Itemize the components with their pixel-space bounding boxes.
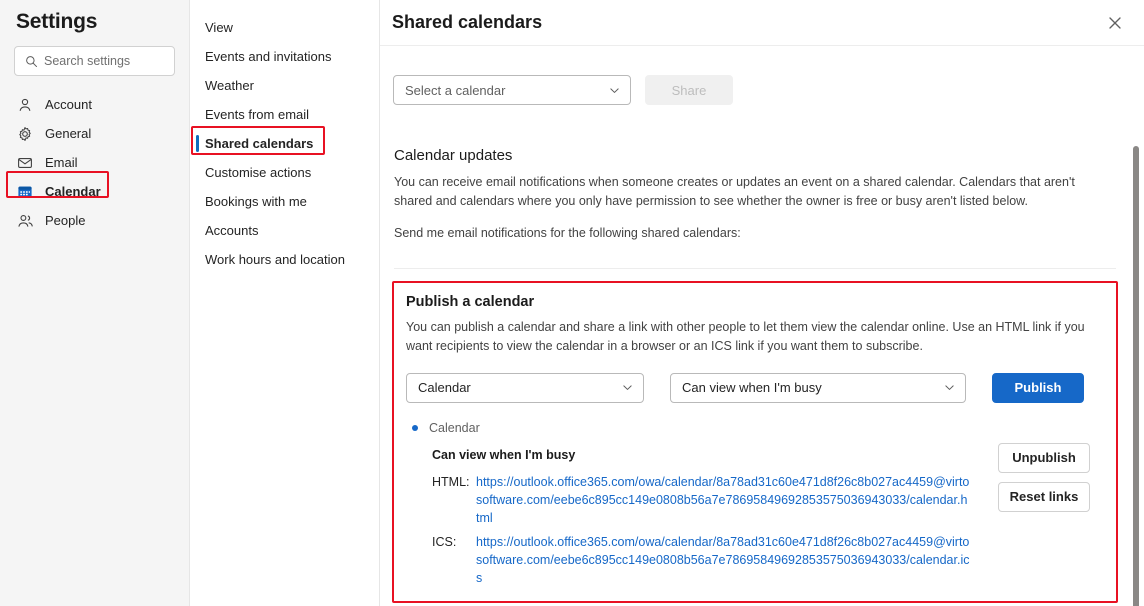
publish-calendar-dropdown[interactable]: Calendar: [406, 372, 644, 403]
share-calendar-row: Select a calendar Share: [392, 75, 1118, 105]
search-input[interactable]: [44, 48, 166, 74]
select-a-calendar-dropdown[interactable]: Select a calendar: [393, 75, 631, 105]
settings-category-list: Account General Email Calendar People: [0, 90, 189, 235]
sidebar-item-label: Email: [45, 155, 78, 170]
publish-button[interactable]: Publish: [992, 372, 1084, 403]
panel-header: Shared calendars: [380, 0, 1144, 46]
sidebar-item-account[interactable]: Account: [0, 90, 189, 119]
sidebar-item-label: People: [45, 213, 86, 228]
subnav-item-label: Bookings with me: [205, 194, 307, 209]
subnav-item-label: Events and invitations: [205, 49, 332, 64]
panel-title: Shared calendars: [392, 12, 543, 32]
bullet-icon: [412, 424, 418, 431]
sidebar-item-label: Calendar: [45, 184, 101, 199]
people-icon: [16, 212, 34, 230]
published-calendar-name: Calendar: [429, 420, 480, 435]
search-settings-box[interactable]: [14, 46, 175, 76]
publish-heading: Publish a calendar: [406, 293, 535, 310]
html-link-label: HTML:: [432, 474, 470, 489]
subnav-item-weather[interactable]: Weather: [190, 71, 379, 100]
publish-controls-row: Calendar Can view when I'm busy Publish: [406, 372, 1104, 403]
published-calendar-actions: Unpublish Reset links: [998, 442, 1090, 512]
clipped-text-remnant: [392, 47, 1118, 59]
published-calendar-name-row: Calendar: [406, 421, 1104, 435]
publish-description: You can publish a calendar and share a l…: [406, 319, 1085, 354]
settings-sidebar: Settings Account General: [0, 0, 190, 606]
subnav-item-bookings-with-me[interactable]: Bookings with me: [190, 187, 379, 216]
chevron-down-icon: [608, 84, 621, 97]
calendar-updates-subtext: Send me email notifications for the foll…: [394, 225, 741, 240]
ics-link-url[interactable]: https://outlook.office365.com/owa/calend…: [476, 533, 970, 587]
ics-link-row: ICS: https://outlook.office365.com/owa/c…: [432, 533, 1104, 587]
subnav-item-view[interactable]: View: [190, 13, 379, 42]
publish-permission-value: Can view when I'm busy: [682, 380, 822, 395]
sidebar-item-people[interactable]: People: [0, 206, 189, 235]
publish-calendar-value: Calendar: [418, 380, 471, 395]
share-button[interactable]: Share: [645, 75, 733, 105]
subnav-item-work-hours-and-location[interactable]: Work hours and location: [190, 245, 379, 274]
subnav-item-label: Work hours and location: [205, 252, 345, 267]
person-icon: [16, 96, 34, 114]
panel-scrollbar[interactable]: [1132, 146, 1140, 606]
close-button[interactable]: [1100, 8, 1130, 38]
panel-body: Select a calendar Share Calendar updates…: [380, 46, 1144, 606]
subnav-item-label: View: [205, 20, 233, 35]
sidebar-item-label: General: [45, 126, 92, 141]
publish-permission-dropdown[interactable]: Can view when I'm busy: [670, 372, 966, 403]
sidebar-item-label: Account: [45, 97, 92, 112]
subnav-item-accounts[interactable]: Accounts: [190, 216, 379, 245]
calendar-settings-subnav: View Events and invitations Weather Even…: [190, 0, 380, 606]
settings-dialog: Settings Account General: [0, 0, 1144, 606]
html-link-url[interactable]: https://outlook.office365.com/owa/calend…: [476, 473, 970, 527]
panel-scrollbar-thumb[interactable]: [1133, 146, 1139, 606]
close-icon: [1107, 15, 1123, 31]
page-title: Settings: [16, 10, 98, 33]
subnav-item-shared-calendars[interactable]: Shared calendars: [190, 129, 379, 158]
subnav-item-label: Weather: [205, 78, 254, 93]
published-calendar-entry: Calendar Can view when I'm busy HTML: ht…: [406, 421, 1104, 588]
publish-a-calendar-section: Publish a calendar You can publish a cal…: [392, 280, 1118, 604]
calendar-icon: [16, 183, 34, 201]
subnav-item-label: Accounts: [205, 223, 259, 238]
subnav-item-label: Shared calendars: [205, 136, 314, 151]
ics-link-label: ICS:: [432, 534, 457, 549]
subnav-item-label: Events from email: [205, 107, 310, 122]
sidebar-item-calendar[interactable]: Calendar: [0, 177, 189, 206]
calendar-updates-heading: Calendar updates: [394, 147, 513, 164]
subnav-item-events-from-email[interactable]: Events from email: [190, 100, 379, 129]
envelope-icon: [16, 154, 34, 172]
subnav-item-label: Customise actions: [205, 165, 312, 180]
chevron-down-icon: [943, 381, 956, 394]
sidebar-item-email[interactable]: Email: [0, 148, 189, 177]
section-divider: [394, 267, 1116, 269]
chevron-down-icon: [621, 381, 634, 394]
sidebar-item-general[interactable]: General: [0, 119, 189, 148]
unpublish-button[interactable]: Unpublish: [998, 442, 1090, 473]
subnav-item-events-and-invitations[interactable]: Events and invitations: [190, 42, 379, 71]
subnav-item-customise-actions[interactable]: Customise actions: [190, 158, 379, 187]
shared-calendars-panel: Shared calendars Select a calendar Share: [380, 0, 1144, 606]
reset-links-button[interactable]: Reset links: [998, 481, 1090, 512]
gear-icon: [16, 125, 34, 143]
search-icon: [23, 55, 39, 68]
calendar-updates-description: You can receive email notifications when…: [394, 175, 1075, 209]
select-a-calendar-value: Select a calendar: [405, 82, 506, 98]
